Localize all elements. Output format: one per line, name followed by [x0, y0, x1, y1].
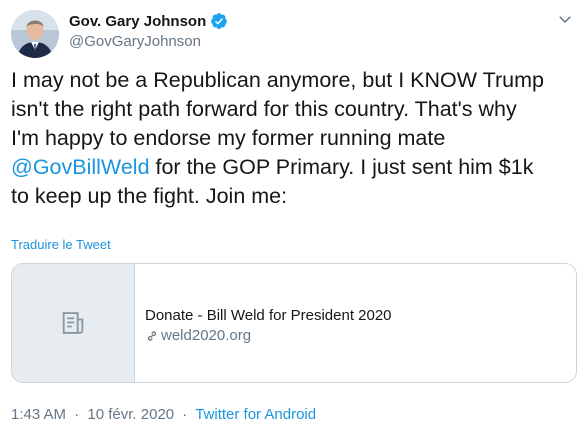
user-handle[interactable]: @GovGaryJohnson	[69, 33, 228, 50]
card-thumbnail	[12, 264, 135, 382]
meta-separator: ·	[182, 406, 188, 423]
card-title: Donate - Bill Weld for President 2020	[145, 307, 392, 324]
tweet-time[interactable]: 1:43 AM	[11, 406, 66, 423]
chevron-down-icon[interactable]	[556, 10, 574, 28]
tweet-date[interactable]: 10 févr. 2020	[87, 406, 174, 423]
verified-badge-icon	[210, 12, 228, 30]
tweet: Gov. Gary Johnson @GovGaryJohnson I may …	[0, 0, 586, 432]
meta-separator: ·	[74, 406, 80, 423]
translate-tweet-link[interactable]: Traduire le Tweet	[11, 237, 111, 252]
avatar[interactable]	[11, 10, 59, 58]
card-domain: weld2020.org	[161, 327, 252, 344]
tweet-text-line: I may not be a Republican anymore, but I…	[11, 68, 544, 92]
tweet-text-line: @GovBillWeld for the GOP Primary. I just…	[11, 155, 534, 179]
name-row: Gov. Gary Johnson	[69, 10, 228, 32]
mention-link[interactable]: @GovBillWeld	[11, 155, 150, 179]
card-content: Donate - Bill Weld for President 2020 we…	[145, 306, 392, 346]
tweet-meta: 1:43 AM · 10 févr. 2020 · Twitter for An…	[11, 406, 316, 423]
card-domain-row: weld2020.org	[145, 326, 392, 346]
tweet-text-line: to keep up the fight. Join me:	[11, 184, 288, 208]
document-icon	[62, 312, 84, 334]
link-icon	[147, 331, 157, 341]
tweet-text-line: isn't the right path forward for this co…	[11, 97, 517, 121]
display-name[interactable]: Gov. Gary Johnson	[69, 13, 206, 30]
tweet-header: Gov. Gary Johnson @GovGaryJohnson	[69, 10, 228, 50]
link-card[interactable]: Donate - Bill Weld for President 2020 we…	[11, 263, 577, 383]
tweet-text-line: I'm happy to endorse my former running m…	[11, 126, 446, 150]
tweet-source[interactable]: Twitter for Android	[195, 406, 316, 423]
avatar-photo	[11, 10, 59, 58]
tweet-text: I may not be a Republican anymore, but I…	[11, 66, 577, 211]
